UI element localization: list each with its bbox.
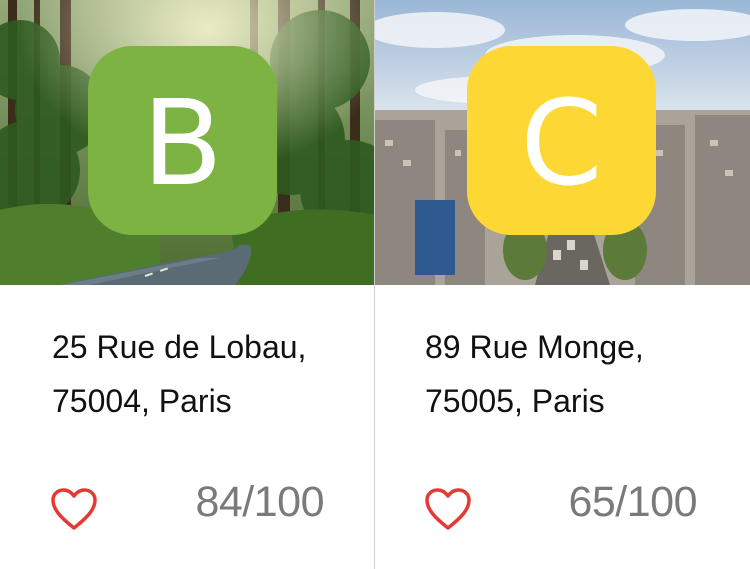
heart-outline-icon[interactable] [50,487,98,531]
grade-badge: B [88,46,277,235]
heart-outline-icon[interactable] [424,487,472,531]
grade-letter: C [520,73,603,212]
address-line-city: 75004, Paris [52,383,232,419]
grade-badge: C [467,46,656,235]
listing-card[interactable]: B 25 Rue de Lobau, 75004, Paris 84/100 [0,0,375,569]
score-label: 84/100 [195,478,324,526]
address-line-street: 25 Rue de Lobau, [52,329,307,365]
grade-letter: B [142,73,223,212]
score-label: 65/100 [568,478,697,526]
address: 89 Rue Monge, 75005, Paris [425,320,730,428]
listing-card[interactable]: C 89 Rue Monge, 75005, Paris 65/100 [375,0,750,569]
address-line-city: 75005, Paris [425,383,605,419]
listing-grid: B 25 Rue de Lobau, 75004, Paris 84/100 C… [0,0,750,569]
address: 25 Rue de Lobau, 75004, Paris [52,320,354,428]
forest-road-photo: B [0,0,374,285]
address-line-street: 89 Rue Monge, [425,329,644,365]
paris-avenue-photo: C [375,0,750,285]
